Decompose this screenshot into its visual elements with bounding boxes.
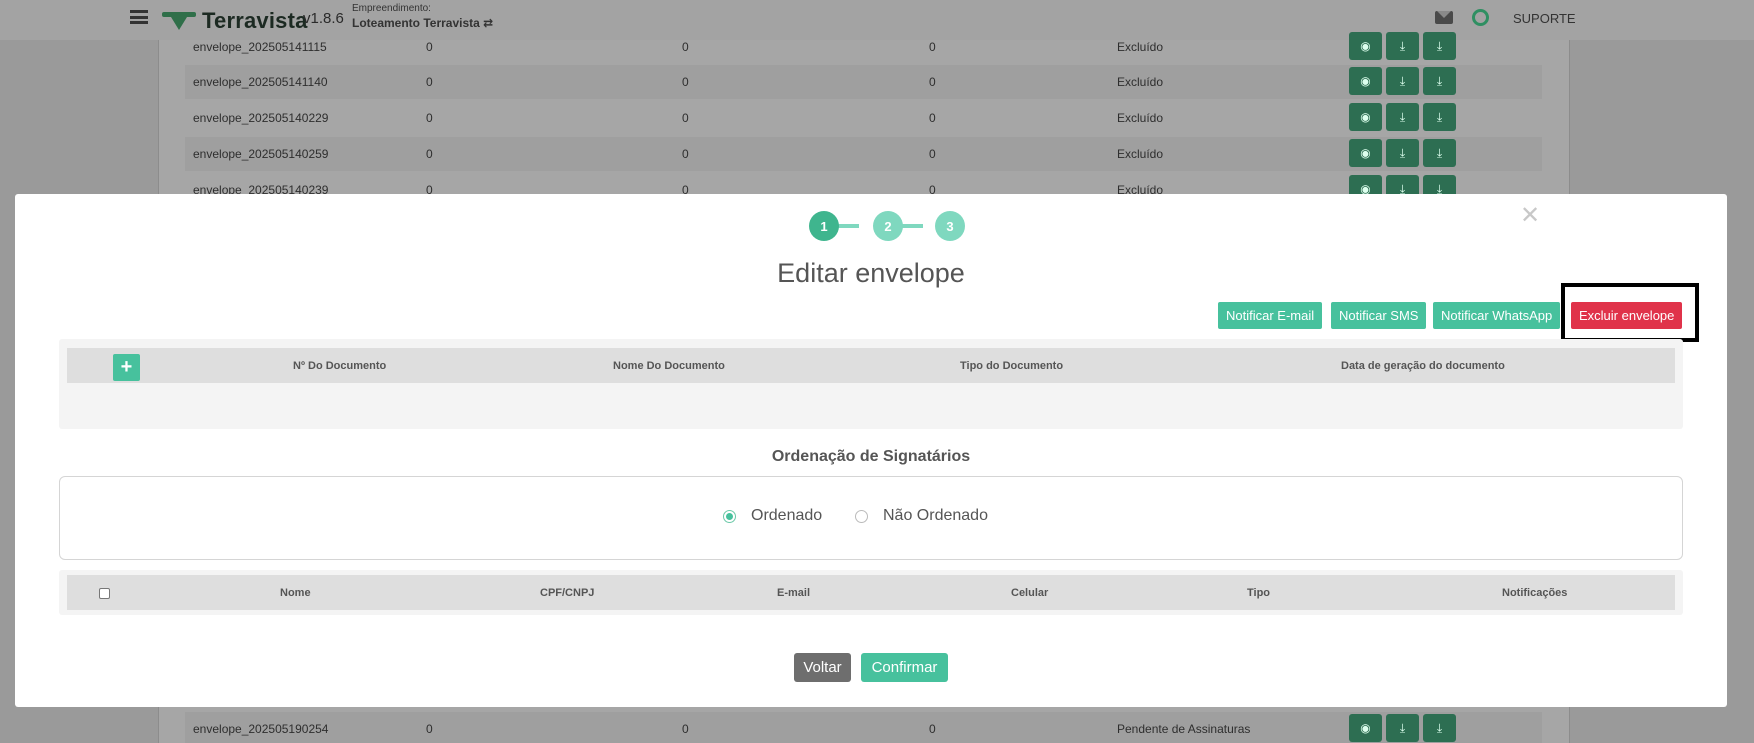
mail-icon[interactable] <box>1435 11 1453 24</box>
edit-envelope-modal: ✕ 1 2 3 Editar envelope Notificar E-mail… <box>15 194 1727 707</box>
status-cell: Pendente de Assinaturas <box>1117 722 1251 736</box>
select-all-checkbox[interactable] <box>99 588 110 599</box>
view-icon[interactable]: ◉ <box>1349 714 1382 742</box>
ordering-title: Ordenação de Signatários <box>771 448 971 465</box>
download-file-icon[interactable]: ⤓ <box>1423 714 1456 742</box>
column-header[interactable]: Data de geração do documento <box>1341 360 1505 372</box>
envelope-name-cell: envelope_202505140229 <box>193 111 329 125</box>
ordering-panel: Ordenado Não Ordenado <box>59 476 1683 560</box>
status-cell: Excluído <box>1117 147 1164 161</box>
step-1[interactable]: 1 <box>809 211 839 241</box>
envelope-name-cell: envelope_202505190254 <box>193 722 329 736</box>
column-header[interactable]: Tipo <box>1247 587 1270 599</box>
terravista-logo-icon <box>162 10 196 32</box>
radio-checked-icon[interactable] <box>723 509 736 523</box>
column-header[interactable]: Celular <box>1011 587 1048 599</box>
row-actions: ◉ ⤓ ⤓ <box>1349 67 1456 95</box>
radio-label: Não Ordenado <box>883 507 988 524</box>
confirm-button[interactable]: Confirmar <box>861 653 948 682</box>
count-cell: 0 <box>426 75 433 89</box>
count-cell: 0 <box>682 147 689 161</box>
download-file-icon[interactable]: ⤓ <box>1423 32 1456 60</box>
notify-sms-button[interactable]: Notificar SMS <box>1331 302 1427 329</box>
envelope-name-cell: envelope_202505140259 <box>193 147 329 161</box>
column-header[interactable]: CPF/CNPJ <box>540 587 594 599</box>
column-header[interactable]: Nº Do Documento <box>293 360 386 372</box>
table-row: envelope_202505140229 0 0 0 Excluído ◉ ⤓ ⤓ <box>185 101 1542 135</box>
column-header[interactable]: Notificações <box>1502 587 1567 599</box>
highlight-frame <box>1561 283 1699 342</box>
project-name: Loteamento Terravista ⇄ <box>352 16 494 30</box>
download-icon[interactable]: ⤓ <box>1386 714 1419 742</box>
count-cell: 0 <box>929 75 936 89</box>
stepper: 1 2 3 <box>793 211 967 241</box>
step-3[interactable]: 3 <box>935 211 965 241</box>
project-selector[interactable]: Empreendimento: Loteamento Terravista ⇄ <box>352 3 493 30</box>
envelope-name-cell: envelope_202505141140 <box>193 75 328 89</box>
download-file-icon[interactable]: ⤓ <box>1423 139 1456 167</box>
app-version: v1.8.6 <box>303 10 344 27</box>
signers-panel: Nome CPF/CNPJ E-mail Celular Tipo Notifi… <box>59 570 1683 615</box>
step-2[interactable]: 2 <box>873 211 903 241</box>
menu-icon[interactable] <box>130 10 148 24</box>
status-cell: Excluído <box>1117 75 1164 89</box>
download-file-icon[interactable]: ⤓ <box>1423 67 1456 95</box>
count-cell: 0 <box>929 40 936 54</box>
close-icon[interactable]: ✕ <box>1520 204 1540 228</box>
count-cell: 0 <box>929 722 936 736</box>
table-row: envelope_202505190254 0 0 0 Pendente de Assi… <box>185 712 1542 743</box>
column-header[interactable]: Tipo do Documento <box>960 360 1063 372</box>
documents-table-header: + Nº Do Documento Nome Do Documento Tipo… <box>67 348 1675 383</box>
download-icon[interactable]: ⤓ <box>1386 139 1419 167</box>
notify-whatsapp-button[interactable]: Notificar WhatsApp <box>1433 302 1561 329</box>
column-header[interactable]: Nome <box>280 587 311 599</box>
row-actions: ◉ ⤓ ⤓ <box>1349 139 1456 167</box>
column-header[interactable]: E-mail <box>777 587 810 599</box>
table-row: envelope_202505140259 0 0 0 Excluído ◉ ⤓ ⤓ <box>185 137 1542 171</box>
column-header[interactable]: Nome Do Documento <box>613 360 725 372</box>
view-icon[interactable]: ◉ <box>1349 103 1382 131</box>
notify-email-button[interactable]: Notificar E-mail <box>1218 302 1323 329</box>
table-row: envelope_202505141140 0 0 0 Excluído ◉ ⤓ ⤓ <box>185 65 1542 99</box>
documents-panel: + Nº Do Documento Nome Do Documento Tipo… <box>59 339 1683 429</box>
modal-title: Editar envelope <box>777 258 965 288</box>
status-circle-icon[interactable] <box>1472 9 1489 26</box>
count-cell: 0 <box>929 147 936 161</box>
row-actions: ◉ ⤓ ⤓ <box>1349 714 1456 742</box>
count-cell: 0 <box>426 722 433 736</box>
support-link[interactable]: SUPORTE <box>1513 11 1576 26</box>
status-cell: Excluído <box>1117 111 1164 125</box>
radio-ordered[interactable]: Ordenado <box>723 507 822 525</box>
view-icon[interactable]: ◉ <box>1349 32 1382 60</box>
count-cell: 0 <box>426 40 433 54</box>
view-icon[interactable]: ◉ <box>1349 139 1382 167</box>
download-icon[interactable]: ⤓ <box>1386 32 1419 60</box>
status-cell: Excluído <box>1117 40 1164 54</box>
radio-not-ordered[interactable]: Não Ordenado <box>855 507 988 525</box>
count-cell: 0 <box>682 40 689 54</box>
row-actions: ◉ ⤓ ⤓ <box>1349 32 1456 60</box>
project-label: Empreendimento: <box>352 3 431 14</box>
download-icon[interactable]: ⤓ <box>1386 103 1419 131</box>
count-cell: 0 <box>929 111 936 125</box>
radio-unchecked-icon[interactable] <box>855 509 868 523</box>
count-cell: 0 <box>682 111 689 125</box>
count-cell: 0 <box>426 111 433 125</box>
signers-table-header: Nome CPF/CNPJ E-mail Celular Tipo Notifi… <box>67 575 1675 610</box>
table-row: envelope_202505141115 0 0 0 Excluído ◉ ⤓ ⤓ <box>185 30 1542 64</box>
add-document-button[interactable]: + <box>113 354 140 381</box>
back-button[interactable]: Voltar <box>794 653 851 682</box>
download-icon[interactable]: ⤓ <box>1386 67 1419 95</box>
view-icon[interactable]: ◉ <box>1349 67 1382 95</box>
envelope-name-cell: envelope_202505141115 <box>193 40 327 54</box>
radio-label: Ordenado <box>751 507 823 524</box>
count-cell: 0 <box>682 75 689 89</box>
row-actions: ◉ ⤓ ⤓ <box>1349 103 1456 131</box>
count-cell: 0 <box>682 722 689 736</box>
download-file-icon[interactable]: ⤓ <box>1423 103 1456 131</box>
count-cell: 0 <box>426 147 433 161</box>
